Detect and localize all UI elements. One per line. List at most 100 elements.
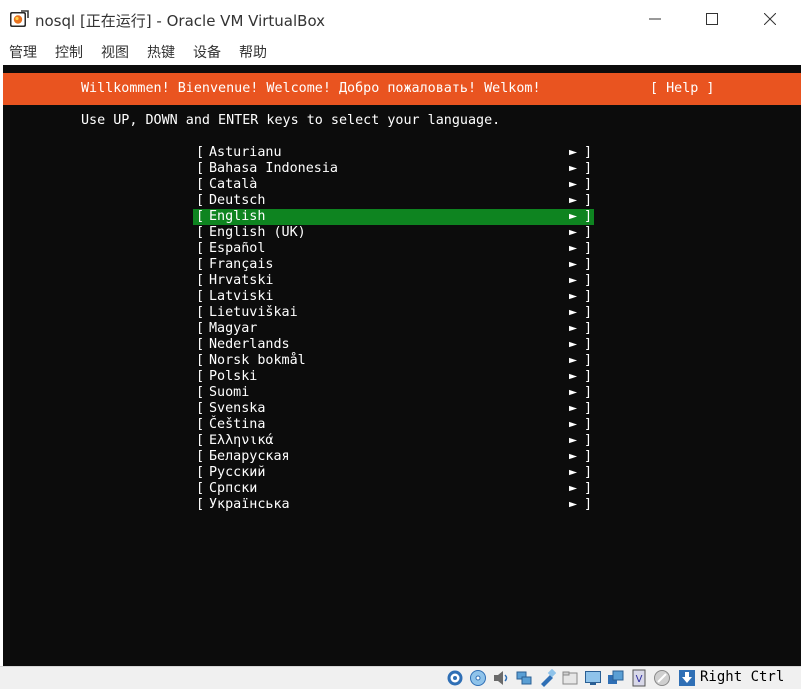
language-option[interactable]: [English ►] bbox=[193, 209, 594, 225]
language-label: Suomi bbox=[209, 385, 250, 400]
language-option[interactable]: [ Asturianu ►] bbox=[193, 145, 594, 161]
arrow-right-icon: ► bbox=[569, 145, 578, 160]
arrow-right-icon: ► bbox=[569, 321, 578, 336]
display-icon[interactable] bbox=[584, 669, 602, 687]
language-option[interactable]: [Norsk bokmål ►] bbox=[193, 353, 594, 369]
bracket-open: [ bbox=[196, 225, 205, 240]
arrow-right-icon: ► bbox=[569, 273, 578, 288]
language-option[interactable]: [Polski ►] bbox=[193, 369, 594, 385]
title-bar: nosql [正在运行] - Oracle VM VirtualBox bbox=[0, 0, 801, 38]
language-label: Norsk bokmål bbox=[209, 353, 306, 368]
language-option[interactable]: [Hrvatski ►] bbox=[193, 273, 594, 289]
maximize-icon bbox=[706, 13, 718, 25]
language-option[interactable]: [Latviski ►] bbox=[193, 289, 594, 305]
language-option[interactable]: [Српски ►] bbox=[193, 481, 594, 497]
bracket-close: ] bbox=[584, 209, 593, 224]
language-option[interactable]: [Suomi ►] bbox=[193, 385, 594, 401]
arrow-right-icon: ► bbox=[569, 417, 578, 432]
bracket-close: ] bbox=[584, 177, 593, 192]
language-label: Русский bbox=[209, 465, 266, 480]
minimize-button[interactable] bbox=[632, 4, 678, 34]
language-option[interactable]: [Svenska ►] bbox=[193, 401, 594, 417]
arrow-right-icon: ► bbox=[569, 337, 578, 352]
language-label: Svenska bbox=[209, 401, 266, 416]
language-option[interactable]: [Lietuviškai ►] bbox=[193, 305, 594, 321]
menu-item-devices[interactable]: 设备 bbox=[193, 42, 221, 62]
arrow-right-icon: ► bbox=[569, 449, 578, 464]
virtualbox-icon bbox=[10, 10, 29, 27]
language-label: Lietuviškai bbox=[209, 305, 298, 320]
language-label: English bbox=[209, 209, 266, 224]
language-option[interactable]: [Čeština ►] bbox=[193, 417, 594, 433]
language-option[interactable]: [Deutsch ►] bbox=[193, 193, 594, 209]
language-option[interactable]: [Magyar ►] bbox=[193, 321, 594, 337]
arrow-right-icon: ► bbox=[569, 497, 578, 512]
help-button[interactable]: [ Help ] bbox=[650, 81, 715, 97]
menu-item-view[interactable]: 视图 bbox=[101, 42, 129, 62]
language-option[interactable]: [Nederlands ►] bbox=[193, 337, 594, 353]
arrow-right-icon: ► bbox=[569, 305, 578, 320]
language-option[interactable]: [Français ►] bbox=[193, 257, 594, 273]
close-button[interactable] bbox=[747, 4, 793, 34]
language-label: Español bbox=[209, 241, 266, 256]
bracket-open: [ bbox=[196, 385, 205, 400]
hard-disk-icon[interactable] bbox=[446, 669, 464, 687]
language-option[interactable]: [Español ►] bbox=[193, 241, 594, 257]
bracket-close: ] bbox=[584, 369, 593, 384]
language-label: Magyar bbox=[209, 321, 258, 336]
language-label: Hrvatski bbox=[209, 273, 274, 288]
arrow-right-icon: ► bbox=[569, 481, 578, 496]
minimize-icon bbox=[649, 18, 661, 20]
bracket-open: [ bbox=[196, 465, 205, 480]
cpu-icon[interactable]: V bbox=[630, 669, 648, 687]
shared-folders-icon[interactable] bbox=[561, 669, 579, 687]
arrow-right-icon: ► bbox=[569, 209, 578, 224]
instruction-text: Use UP, DOWN and ENTER keys to select yo… bbox=[81, 113, 501, 128]
bracket-open: [ bbox=[196, 289, 205, 304]
language-option[interactable]: [English (UK) ►] bbox=[193, 225, 594, 241]
optical-drive-icon[interactable] bbox=[469, 669, 487, 687]
mouse-integration-icon[interactable] bbox=[653, 669, 671, 687]
language-option[interactable]: [Русский ►] bbox=[193, 465, 594, 481]
bracket-open: [ bbox=[196, 369, 205, 384]
video-capture-icon[interactable] bbox=[607, 669, 625, 687]
bracket-open: [ bbox=[196, 145, 205, 160]
menu-item-help[interactable]: 帮助 bbox=[239, 42, 267, 62]
maximize-button[interactable] bbox=[689, 4, 735, 34]
bracket-close: ] bbox=[584, 305, 593, 320]
menu-item-hotkeys[interactable]: 热键 bbox=[147, 42, 175, 62]
menu-item-control[interactable]: 控制 bbox=[55, 42, 83, 62]
menu-item-manage[interactable]: 管理 bbox=[9, 42, 37, 62]
bracket-close: ] bbox=[584, 337, 593, 352]
language-list: [Asturianu ►] [Bahasa Indonesia ►] [Català ►]… bbox=[193, 145, 594, 513]
language-option[interactable]: [Українська ►] bbox=[193, 497, 594, 513]
usb-icon[interactable] bbox=[538, 669, 556, 687]
language-label: Ελληνικά bbox=[209, 433, 274, 448]
bracket-open: [ bbox=[196, 497, 205, 512]
language-label: Asturianu bbox=[209, 145, 282, 160]
arrow-right-icon: ► bbox=[569, 401, 578, 416]
language-option[interactable]: [Ελληνικά ►] bbox=[193, 433, 594, 449]
svg-text:V: V bbox=[636, 674, 643, 685]
installer-header: Willkommen! Bienvenue! Welcome! Добро по… bbox=[3, 73, 801, 105]
keyboard-capture-icon[interactable] bbox=[678, 669, 696, 687]
bracket-open: [ bbox=[196, 193, 205, 208]
language-option[interactable]: [Беларуская ►] bbox=[193, 449, 594, 465]
bracket-open: [ bbox=[196, 433, 205, 448]
language-label: Čeština bbox=[209, 417, 266, 432]
network-icon[interactable] bbox=[515, 669, 533, 687]
bracket-close: ] bbox=[584, 481, 593, 496]
bracket-close: ] bbox=[584, 257, 593, 272]
status-bar: V Right Ctrl bbox=[0, 666, 801, 689]
window-title: nosql [正在运行] - Oracle VM VirtualBox bbox=[35, 12, 326, 30]
language-option[interactable]: [Bahasa Indonesia ►] bbox=[193, 161, 594, 177]
bracket-close: ] bbox=[584, 449, 593, 464]
audio-icon[interactable] bbox=[492, 669, 510, 687]
vm-display[interactable]: Willkommen! Bienvenue! Welcome! Добро по… bbox=[3, 65, 801, 665]
bracket-close: ] bbox=[584, 225, 593, 240]
arrow-right-icon: ► bbox=[569, 385, 578, 400]
bracket-open: [ bbox=[196, 353, 205, 368]
language-option[interactable]: [Català ►] bbox=[193, 177, 594, 193]
bracket-close: ] bbox=[584, 145, 593, 160]
arrow-right-icon: ► bbox=[569, 177, 578, 192]
